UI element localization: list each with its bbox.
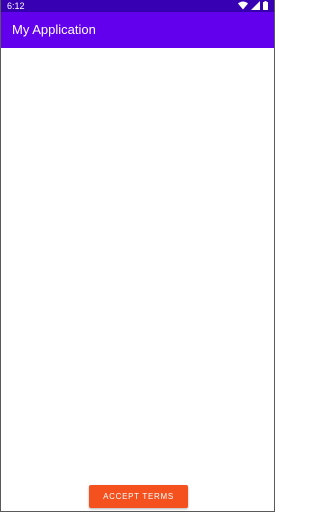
signal-icon	[251, 1, 260, 10]
accept-terms-button[interactable]: ACCEPT TERMS	[89, 485, 188, 508]
main-content	[1, 48, 274, 511]
app-bar: My Application	[1, 12, 274, 48]
status-bar: 6:12	[1, 0, 274, 12]
status-time: 6:12	[7, 1, 25, 11]
wifi-icon	[238, 1, 248, 10]
status-icons	[238, 1, 268, 10]
device-screen: 6:12 My Application ACCEPT TERMS	[0, 0, 275, 512]
app-title: My Application	[12, 22, 96, 37]
battery-icon	[263, 1, 268, 10]
